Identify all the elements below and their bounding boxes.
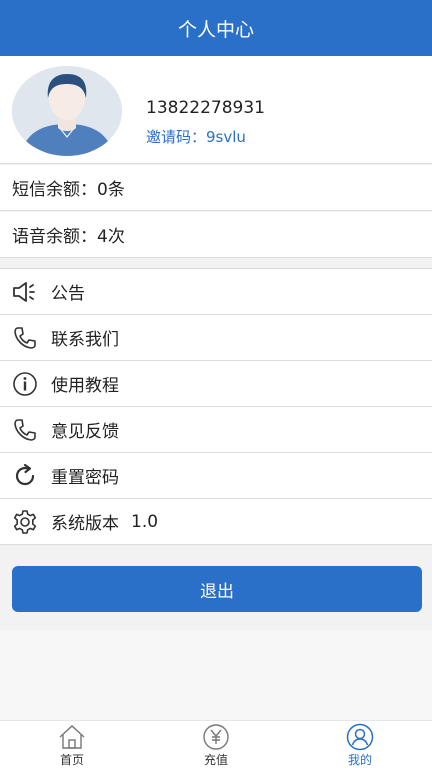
logout-button[interactable]: 退出 [12,566,422,612]
yen-icon [201,723,231,751]
tab-label: 我的 [347,753,372,767]
menu-item-tutorial[interactable]: 使用教程 [0,361,432,407]
sms-balance: 短信余额：0条 [0,165,432,211]
tab-home[interactable]: 首页 [0,721,144,768]
version-number: 1.0 [131,511,159,532]
menu-item-announcement[interactable]: 公告 [0,269,432,315]
phone-icon [11,416,39,444]
profile-card: 13822278931 邀请码：9svlu [0,56,432,164]
voice-balance-text: 语音余额：4次 [12,227,125,247]
user-avatar-icon [12,66,122,156]
invite-code: 邀请码：9svlu [146,126,246,147]
logout-label: 退出 [200,581,234,602]
logout-section: 退出 [0,546,432,630]
page-title: 个人中心 [177,18,254,41]
menu-item-contact[interactable]: 联系我们 [0,315,432,361]
settings-menu: 公告 联系我们 使用教程 意见反馈 重置密码 系统版本 1.0 [0,268,432,545]
sms-balance-text: 短信余额：0条 [12,180,125,200]
menu-label: 意见反馈 [51,422,119,442]
gear-icon [11,508,39,536]
phone-icon [11,324,39,352]
empty-area [0,630,432,720]
tab-recharge[interactable]: 充值 [144,721,288,768]
home-icon [57,723,87,751]
tab-label: 首页 [59,753,84,767]
menu-item-version[interactable]: 系统版本 1.0 [0,499,432,545]
refresh-icon [11,462,39,490]
invite-code-value: 9svlu [206,128,246,146]
menu-item-reset-password[interactable]: 重置密码 [0,453,432,499]
user-icon [345,723,375,751]
avatar[interactable] [12,66,122,156]
menu-label: 公告 [51,284,85,304]
invite-label: 邀请码： [146,128,207,146]
tab-mine[interactable]: 我的 [288,721,432,768]
phone-number: 13822278931 [146,98,265,118]
voice-balance: 语音余额：4次 [0,212,432,258]
menu-label: 联系我们 [51,330,119,350]
menu-label: 系统版本 [51,514,119,534]
info-icon [11,370,39,398]
bottom-tab-bar: 首页 充值 我的 [0,720,432,768]
tab-label: 充值 [203,753,228,767]
app-header: 个人中心 [0,0,432,56]
menu-item-feedback[interactable]: 意见反馈 [0,407,432,453]
speaker-icon [11,278,39,306]
menu-label: 使用教程 [51,376,119,396]
menu-label: 重置密码 [51,468,119,488]
